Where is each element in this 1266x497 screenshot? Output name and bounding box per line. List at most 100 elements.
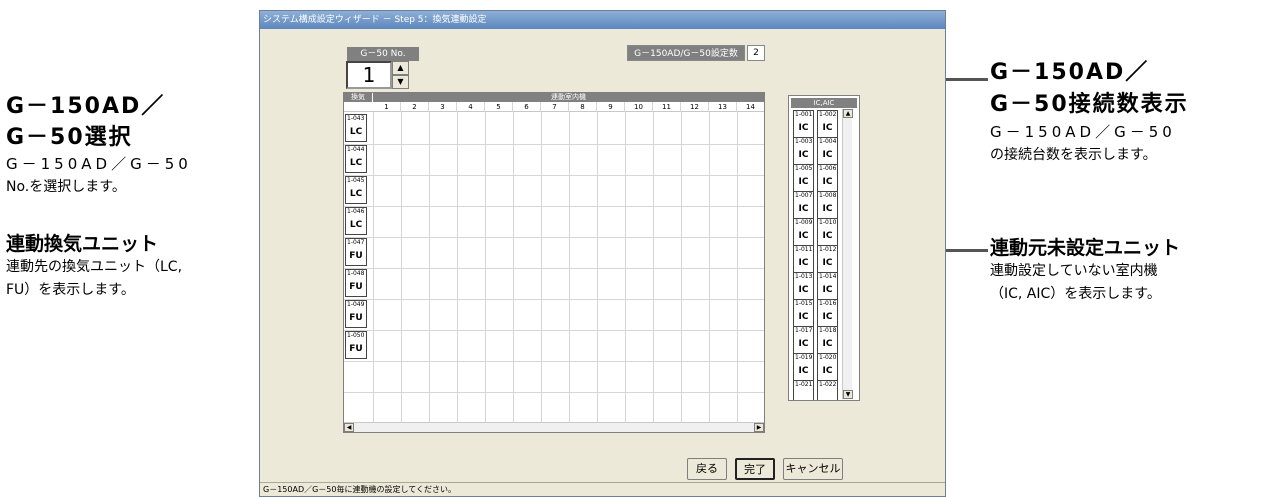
indoor-unit-cell[interactable]: 1-002 IC (817, 110, 838, 138)
unit-type: FU (349, 313, 363, 323)
ventilation-unit-cell[interactable]: 1-047 FU (345, 238, 367, 266)
ann-g50-title-2: G－50選択 (6, 125, 133, 150)
indoor-unit-cell[interactable]: 1-015 IC (793, 299, 814, 327)
unit-address: 1-050 (347, 332, 365, 339)
back-button[interactable]: 戻る (687, 458, 727, 480)
indoor-unit-cell[interactable]: 1-017 IC (793, 326, 814, 354)
unit-type: IC (798, 177, 809, 187)
unit-type: LC (349, 158, 363, 168)
ventilation-unit-cell[interactable]: 1-048 FU (345, 269, 367, 297)
unit-address: 1-020 (819, 354, 837, 361)
grid-line (344, 144, 764, 145)
ann-conn-desc-1: G－150AD／G－50 (990, 123, 1176, 141)
grid-column-header: 2 (401, 102, 429, 112)
indoor-unit-cell[interactable]: 1-020 IC (817, 353, 838, 381)
unit-address: 1-011 (795, 246, 813, 253)
indoor-unit-cell[interactable]: 1-006 IC (817, 164, 838, 192)
g50-spin-down-button[interactable]: ▼ (392, 75, 409, 89)
grid-column-header: 3 (429, 102, 457, 112)
unit-address: 1-047 (347, 239, 365, 246)
window-title: システム構成設定ウィザード － Step 5：換気連動設定 (260, 11, 945, 29)
indoor-unit-cell[interactable]: 1-003 IC (793, 137, 814, 165)
ann-conn-title-1: G－150AD／ (990, 60, 1150, 85)
grid-header-linked-indoor: 連動室内機 (373, 93, 764, 102)
unit-type: IC (798, 150, 809, 160)
unit-address: 1-017 (795, 327, 813, 334)
unit-type: IC (798, 312, 809, 322)
unit-type: IC (798, 339, 809, 349)
indoor-unit-cell[interactable]: 1-022 (817, 380, 838, 400)
unit-type: IC (822, 339, 833, 349)
indoor-unit-cell[interactable]: 1-008 IC (817, 191, 838, 219)
indoor-unit-cell[interactable]: 1-010 IC (817, 218, 838, 246)
indoor-unit-cell[interactable]: 1-007 IC (793, 191, 814, 219)
unit-type: FU (349, 251, 363, 261)
g50-no-label: G－50 No. (347, 47, 419, 61)
unit-type: IC (822, 177, 833, 187)
ic-aic-header: IC,AIC (791, 98, 857, 108)
vertical-scrollbar[interactable]: ▲ ▼ (842, 109, 853, 399)
ventilation-unit-cell[interactable]: 1-049 FU (345, 300, 367, 328)
unit-type: IC (822, 285, 833, 295)
indoor-unit-cell[interactable]: 1-012 IC (817, 245, 838, 273)
ann-g50-desc-1: G－150AD／G－50 (6, 155, 192, 173)
unit-address: 1-003 (795, 138, 813, 145)
indoor-unit-cell[interactable]: 1-005 IC (793, 164, 814, 192)
ventilation-unit-cell[interactable]: 1-046 LC (345, 207, 367, 235)
scroll-up-button[interactable]: ▲ (843, 109, 853, 118)
ventilation-unit-cell[interactable]: 1-045 LC (345, 176, 367, 204)
grid-column-header: 1 (373, 102, 401, 112)
grid-column-header: 5 (485, 102, 513, 112)
indoor-unit-cell[interactable]: 1-011 IC (793, 245, 814, 273)
grid-column-header: 14 (737, 102, 764, 112)
unit-address: 1-019 (795, 354, 813, 361)
unit-address: 1-007 (795, 192, 813, 199)
unit-address: 1-014 (819, 273, 837, 280)
ann-conn-desc-2: の接続台数を表示します。 (990, 147, 1157, 163)
ann-g50-title-1: G－150AD／ (6, 94, 166, 119)
indoor-unit-cell[interactable]: 1-001 IC (793, 110, 814, 138)
horizontal-scrollbar[interactable]: ◀ ▶ (344, 422, 764, 432)
indoor-unit-cell[interactable]: 1-004 IC (817, 137, 838, 165)
unit-address: 1-016 (819, 300, 837, 307)
g50-no-input[interactable]: 1 (346, 61, 392, 89)
indoor-unit-cell[interactable]: 1-016 IC (817, 299, 838, 327)
unit-address: 1-048 (347, 270, 365, 277)
grid-line (344, 330, 764, 331)
indoor-unit-cell[interactable]: 1-018 IC (817, 326, 838, 354)
unit-address: 1-013 (795, 273, 813, 280)
indoor-unit-cell[interactable]: 1-013 IC (793, 272, 814, 300)
unit-address: 1-002 (819, 111, 837, 118)
grid-column-numbers: 1 2 3 4 5 6 7 8 9 10 11 12 13 14 (344, 102, 764, 112)
ventilation-unit-cell[interactable]: 1-044 LC (345, 145, 367, 173)
ann-unset-desc-2: （IC, AIC）を表示します。 (990, 286, 1161, 302)
ventilation-unit-cell[interactable]: 1-050 FU (345, 331, 367, 359)
indoor-unit-cell[interactable]: 1-021 (793, 380, 814, 400)
unit-address: 1-012 (819, 246, 837, 253)
unit-address: 1-046 (347, 208, 365, 215)
grid-line (344, 268, 764, 269)
scroll-left-button[interactable]: ◀ (344, 423, 354, 432)
indoor-unit-cell[interactable]: 1-014 IC (817, 272, 838, 300)
finish-button[interactable]: 完了 (735, 458, 775, 480)
indoor-unit-cell[interactable]: 1-009 IC (793, 218, 814, 246)
unit-type: LC (349, 189, 363, 199)
unit-address: 1-043 (347, 115, 365, 122)
unit-type: IC (798, 231, 809, 241)
ann-unset-title: 連動元未設定ユニット (990, 237, 1181, 259)
grid-column-header: 11 (653, 102, 681, 112)
grid-line (344, 392, 764, 393)
ann-vent-desc-2: FU）を表示します。 (6, 282, 135, 298)
connection-count-value: 2 (747, 45, 765, 61)
ventilation-unit-cell[interactable]: 1-043 LC (345, 114, 367, 142)
status-bar: G－150AD／G－50毎に連動機の設定してください。 (260, 482, 945, 496)
indoor-unit-cell[interactable]: 1-019 IC (793, 353, 814, 381)
cancel-button[interactable]: キャンセル (783, 458, 843, 480)
g50-spin-up-button[interactable]: ▲ (392, 61, 409, 75)
scroll-right-button[interactable]: ▶ (754, 423, 764, 432)
unit-type: IC (822, 231, 833, 241)
grid-line (344, 361, 764, 362)
unit-type: IC (822, 204, 833, 214)
unit-type: FU (349, 344, 363, 354)
scroll-down-button[interactable]: ▼ (843, 390, 853, 399)
